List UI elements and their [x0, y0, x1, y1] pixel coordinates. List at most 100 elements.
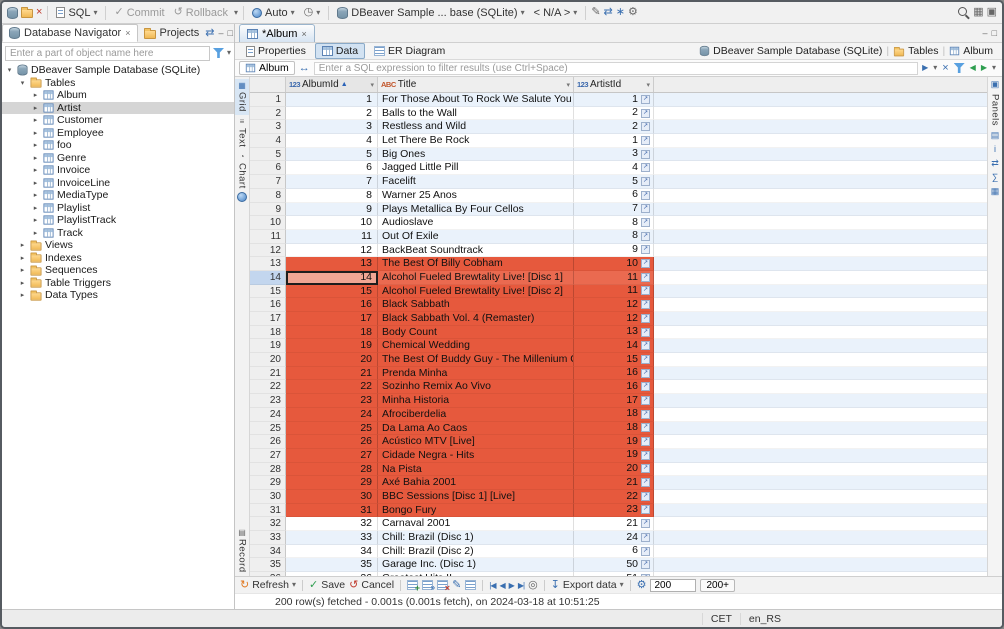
export-data-button[interactable]: ↧ Export data ▾ [551, 579, 624, 591]
row-number[interactable]: 25 [250, 422, 286, 436]
table-row[interactable]: 10 10 Audioslave 8 ↗ [250, 216, 987, 230]
cell-artistid[interactable]: 22 ↗ [574, 490, 654, 504]
cell-albumid[interactable]: 31 [286, 504, 378, 518]
expander-icon[interactable]: ▸ [31, 204, 40, 212]
cell-title[interactable]: Black Sabbath Vol. 4 (Remaster) [378, 312, 574, 326]
open-connection-icon[interactable] [21, 9, 33, 18]
cell-title[interactable]: Let There Be Rock [378, 134, 574, 148]
cell-title[interactable]: Body Count [378, 326, 574, 340]
cell-title[interactable]: Plays Metallica By Four Cellos [378, 203, 574, 217]
table-row[interactable]: 30 30 BBC Sessions [Disc 1] [Live] 22 ↗ [250, 490, 987, 504]
row-number[interactable]: 19 [250, 339, 286, 353]
table-row[interactable]: 34 34 Chill: Brazil (Disc 2) 6 ↗ [250, 545, 987, 559]
cell-title[interactable]: Out Of Exile [378, 230, 574, 244]
editor-tab-album[interactable]: *Album × [239, 24, 315, 42]
table-row[interactable]: 35 35 Garage Inc. (Disc 1) 50 ↗ [250, 558, 987, 572]
cell-albumid[interactable]: 28 [286, 463, 378, 477]
cell-artistid[interactable]: 3 ↗ [574, 148, 654, 162]
row-number[interactable]: 16 [250, 298, 286, 312]
row-number[interactable]: 5 [250, 148, 286, 162]
presentation-tab-text[interactable]: ≡ Text [235, 115, 249, 150]
gear-icon[interactable]: ⚙ [628, 7, 638, 18]
table-row[interactable]: 8 8 Warner 25 Anos 6 ↗ [250, 189, 987, 203]
chevron-down-icon[interactable]: ▾ [227, 49, 231, 57]
cell-title[interactable]: Balls to the Wall [378, 107, 574, 121]
cell-title[interactable]: Chill: Brazil (Disc 1) [378, 531, 574, 545]
transaction-log-dropdown-icon[interactable]: ▾ [234, 9, 238, 17]
cell-albumid[interactable]: 10 [286, 216, 378, 230]
row-number[interactable]: 15 [250, 285, 286, 299]
column-filter-dropdown-icon[interactable]: ▾ [566, 81, 570, 89]
expander-icon[interactable]: ▸ [31, 191, 40, 199]
cell-albumid[interactable]: 3 [286, 120, 378, 134]
table-row[interactable]: 25 25 Da Lama Ao Caos 18 ↗ [250, 422, 987, 436]
table-row[interactable]: 4 4 Let There Be Rock 1 ↗ [250, 134, 987, 148]
tree-item[interactable]: ▸ PlaylistTrack [2, 214, 234, 227]
table-row[interactable]: 3 3 Restless and Wild 2 ↗ [250, 120, 987, 134]
chevron-down-icon[interactable]: ▾ [93, 9, 97, 17]
cell-title[interactable]: BackBeat Soundtrack [378, 244, 574, 258]
cell-albumid[interactable]: 1 [286, 93, 378, 107]
tab-properties[interactable]: Properties [239, 43, 313, 59]
cell-artistid[interactable]: 12 ↗ [574, 312, 654, 326]
fk-link-icon[interactable]: ↗ [641, 328, 650, 337]
tree-item[interactable]: ▾ DBeaver Sample Database (SQLite) [2, 64, 234, 77]
fk-link-icon[interactable]: ↗ [641, 191, 650, 200]
sort-ascending-icon[interactable]: ▲ [341, 81, 348, 88]
fk-link-icon[interactable]: ↗ [641, 369, 650, 378]
tab-data[interactable]: Data [315, 43, 365, 59]
fk-link-icon[interactable]: ↗ [641, 533, 650, 542]
cell-albumid[interactable]: 29 [286, 476, 378, 490]
fk-link-icon[interactable]: ↗ [641, 232, 650, 241]
row-number[interactable]: 20 [250, 353, 286, 367]
maximize-results-icon[interactable]: ▣ [991, 80, 1000, 89]
cell-albumid[interactable]: 32 [286, 517, 378, 531]
duplicate-row-icon[interactable] [422, 580, 433, 590]
cell-title[interactable]: Audioslave [378, 216, 574, 230]
tab-er-diagram[interactable]: ER Diagram [367, 43, 452, 59]
cell-albumid[interactable]: 8 [286, 189, 378, 203]
presentation-tab-grid[interactable]: ▦ Grid [235, 79, 249, 115]
fk-link-icon[interactable]: ↗ [641, 382, 650, 391]
tree-item[interactable]: ▾ Tables [2, 77, 234, 90]
fk-link-icon[interactable]: ↗ [641, 150, 650, 159]
cell-albumid[interactable]: 14 [286, 271, 378, 285]
row-number[interactable]: 14 [250, 271, 286, 285]
cell-title[interactable]: Bongo Fury [378, 504, 574, 518]
row-number[interactable]: 6 [250, 161, 286, 175]
cell-albumid[interactable]: 16 [286, 298, 378, 312]
expander-icon[interactable]: ▸ [31, 116, 40, 124]
fk-link-icon[interactable]: ↗ [641, 492, 650, 501]
search-icon[interactable] [957, 6, 970, 19]
cell-artistid[interactable]: 17 ↗ [574, 394, 654, 408]
commit-button[interactable]: ✓ Commit [111, 6, 167, 20]
fk-link-icon[interactable]: ↗ [641, 136, 650, 145]
tree-item[interactable]: ▸ Employee [2, 127, 234, 140]
table-row[interactable]: 14 14 Alcohol Fueled Brewtality Live! [D… [250, 271, 987, 285]
expander-icon[interactable]: ▸ [31, 141, 40, 149]
table-row[interactable]: 11 11 Out Of Exile 8 ↗ [250, 230, 987, 244]
fk-link-icon[interactable]: ↗ [641, 437, 650, 446]
rollback-button[interactable]: ↺ Rollback [171, 6, 231, 20]
cell-artistid[interactable]: 11 ↗ [574, 285, 654, 299]
fk-link-icon[interactable]: ↗ [641, 451, 650, 460]
locale-indicator[interactable]: en_RS [740, 613, 789, 625]
sql-filter-input[interactable] [314, 62, 918, 75]
cell-title[interactable]: Chill: Brazil (Disc 2) [378, 545, 574, 559]
tree-item[interactable]: ▸ Album [2, 89, 234, 102]
cell-title[interactable]: Axé Bahia 2001 [378, 476, 574, 490]
expander-icon[interactable]: ▸ [31, 154, 40, 162]
expander-icon[interactable]: ▸ [31, 229, 40, 237]
cell-albumid[interactable]: 22 [286, 380, 378, 394]
fk-link-icon[interactable]: ↗ [641, 204, 650, 213]
disconnect-icon[interactable]: × [36, 7, 42, 18]
refresh-button[interactable]: ↻ Refresh ▾ [240, 579, 296, 591]
cell-title[interactable]: Facelift [378, 175, 574, 189]
value-panel-icon[interactable]: ▤ [991, 131, 1000, 140]
cell-albumid[interactable]: 27 [286, 449, 378, 463]
cell-albumid[interactable]: 20 [286, 353, 378, 367]
row-number[interactable]: 29 [250, 476, 286, 490]
cell-artistid[interactable]: 16 ↗ [574, 380, 654, 394]
breadcrumb-album[interactable]: Album [949, 45, 993, 57]
cell-albumid[interactable]: 19 [286, 339, 378, 353]
